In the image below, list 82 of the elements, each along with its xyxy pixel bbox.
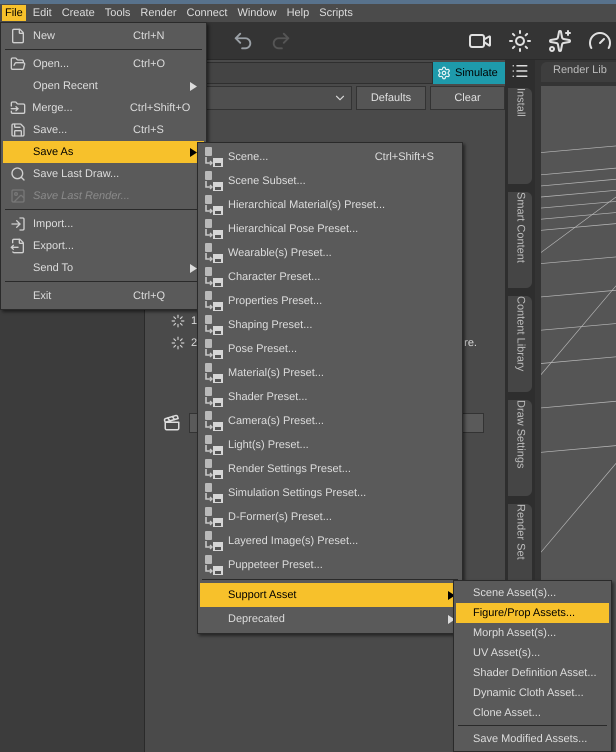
side-tab[interactable]: Smart Content [508,192,532,288]
preset-save-icon [203,218,225,240]
menu-item[interactable]: Light(s) Preset... [200,433,460,457]
menu-item[interactable]: Layered Image(s) Preset... [200,529,460,553]
preset-save-icon [203,554,225,576]
menu-item[interactable]: Tools [102,5,134,21]
side-tab[interactable]: Draw Settings [508,400,532,496]
menu-item[interactable]: Render [137,5,180,21]
spinner-icon [171,314,185,328]
menu-item[interactable]: Open... Ctrl+O [3,53,204,75]
page-icon [10,28,26,44]
defaults-button[interactable]: Defaults [356,86,426,110]
menu-item[interactable]: Merge... Ctrl+Shift+O [3,97,204,119]
menu-item[interactable]: Open Recent [3,75,204,97]
menu-item[interactable]: Render Settings Preset... [200,457,460,481]
menu-item[interactable]: Save Modified Assets... [456,729,609,749]
menu-item[interactable]: Wearable(s) Preset... [200,241,460,265]
preset-save-icon [203,506,225,528]
menu-icon[interactable] [511,62,529,80]
preset-save-icon [203,458,225,480]
image-icon [10,188,26,204]
menu-item[interactable]: Dynamic Cloth Asset... [456,683,609,703]
preset-save-icon [203,290,225,312]
menu-item[interactable]: UV Asset(s)... [456,643,609,663]
menu-item[interactable]: Hierarchical Material(s) Preset... [200,193,460,217]
preset-save-icon [203,146,225,168]
folder-icon [10,100,26,116]
preset-save-icon [203,314,225,336]
side-tab[interactable]: Install [508,88,532,184]
light-icon[interactable] [508,28,532,52]
menu-item[interactable]: Simulation Settings Preset... [200,481,460,505]
spinner-icon [171,336,185,350]
menu-item[interactable]: Window [234,5,280,21]
menu-item[interactable]: Shaping Preset... [200,313,460,337]
preset-save-icon [203,266,225,288]
menu-item[interactable]: Morph Asset(s)... [456,623,609,643]
menu-item[interactable]: Shader Definition Asset... [456,663,609,683]
magnifier-icon [10,166,26,182]
text-fragment: re. [464,336,477,351]
menu-item[interactable]: Save As [3,141,204,163]
preset-save-icon [203,386,225,408]
menu-item[interactable]: Puppeteer Preset... [200,553,460,577]
list-number: 2 [191,336,198,351]
menu-item[interactable]: Character Preset... [200,265,460,289]
menu-item[interactable]: Save... Ctrl+S [3,119,204,141]
menu-item[interactable]: Edit [30,5,55,21]
menu-item[interactable]: Scene Subset... [200,169,460,193]
preset-save-icon [203,242,225,264]
menu-item[interactable]: Scripts [316,5,356,21]
menu-item[interactable]: Clone Asset... [456,703,609,723]
menu-item[interactable]: Camera(s) Preset... [200,409,460,433]
viewport-tab[interactable]: Render Lib [541,62,616,82]
preset-save-icon [203,530,225,552]
preset-save-icon [203,338,225,360]
preset-save-icon [203,434,225,456]
menu-item[interactable]: File [2,5,26,21]
sparkle-icon[interactable] [548,28,572,52]
menu-item[interactable]: Create [58,5,98,21]
menu-item[interactable]: Properties Preset... [200,289,460,313]
preset-save-icon [203,170,225,192]
clear-button[interactable]: Clear [430,86,505,110]
list-number: 1 [191,314,198,329]
menu-item[interactable]: Help [284,5,312,21]
undo-icon[interactable] [232,30,254,52]
menu-item[interactable]: D-Former(s) Preset... [200,505,460,529]
export-icon [10,238,26,254]
menu-item[interactable]: Pose Preset... [200,337,460,361]
menu-item[interactable]: Figure/Prop Assets... [456,603,609,623]
menu-item[interactable]: New Ctrl+N [3,25,204,47]
menu-item[interactable]: Connect [184,5,230,21]
menu-item[interactable]: Hierarchical Pose Preset... [200,217,460,241]
folder-icon [10,56,26,72]
menu-item[interactable]: Material(s) Preset... [200,361,460,385]
preset-save-icon [203,362,225,384]
preset-save-icon [203,410,225,432]
preset-save-icon [203,194,225,216]
preset-save-icon [203,482,225,504]
simulate-button[interactable]: Simulate [433,62,505,84]
side-tab[interactable]: Content Library [508,296,532,392]
import-icon [10,216,26,232]
clapper-icon [163,414,181,432]
menu-item[interactable]: Shader Preset... [200,385,460,409]
